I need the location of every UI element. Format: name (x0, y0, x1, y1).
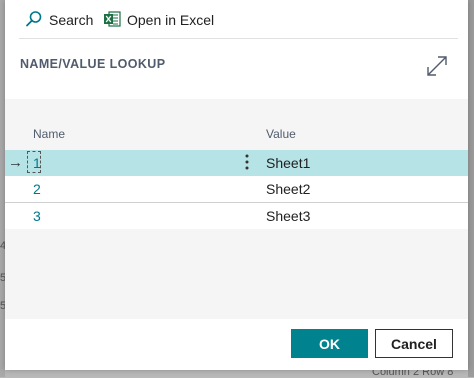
search-button-label: Search (49, 12, 94, 28)
dialog-title: NAME/VALUE LOOKUP (20, 57, 166, 71)
row-value: Sheet2 (266, 181, 311, 197)
row-value: Sheet3 (266, 208, 311, 224)
row-actions-icon[interactable] (243, 152, 251, 172)
ok-button[interactable]: OK (291, 329, 368, 358)
row-name[interactable]: 3 (33, 208, 41, 224)
column-header-value[interactable]: Value (266, 127, 296, 141)
dialog-footer: OK Cancel (5, 319, 468, 370)
dialog-toolbar: Search Open in Excel (5, 0, 468, 40)
table-row[interactable]: → 1 Sheet1 (5, 150, 468, 176)
lookup-list: Name Value → 1 Sheet1 2 Sheet2 3 Sheet3 (5, 99, 468, 319)
expand-icon (427, 56, 447, 76)
expand-button[interactable] (425, 54, 449, 78)
open-in-excel-button[interactable]: Open in Excel (104, 9, 214, 31)
current-row-arrow-icon: → (8, 154, 23, 171)
lookup-dialog: Search Open in Excel NAME/VALUE LOOKUP N… (5, 0, 468, 370)
toolbar-divider (19, 38, 458, 39)
table-row[interactable]: 3 Sheet3 (5, 203, 468, 229)
search-icon (25, 10, 43, 31)
column-header-name[interactable]: Name (33, 127, 65, 141)
background-page-right (468, 0, 474, 377)
open-in-excel-label: Open in Excel (127, 12, 215, 28)
cancel-button[interactable]: Cancel (375, 329, 453, 358)
row-name[interactable]: 1 (33, 155, 41, 171)
search-button[interactable]: Search (25, 9, 93, 31)
row-name[interactable]: 2 (33, 181, 41, 197)
table-row[interactable]: 2 Sheet2 (5, 176, 468, 202)
row-value: Sheet1 (266, 155, 311, 171)
excel-icon (104, 10, 121, 30)
